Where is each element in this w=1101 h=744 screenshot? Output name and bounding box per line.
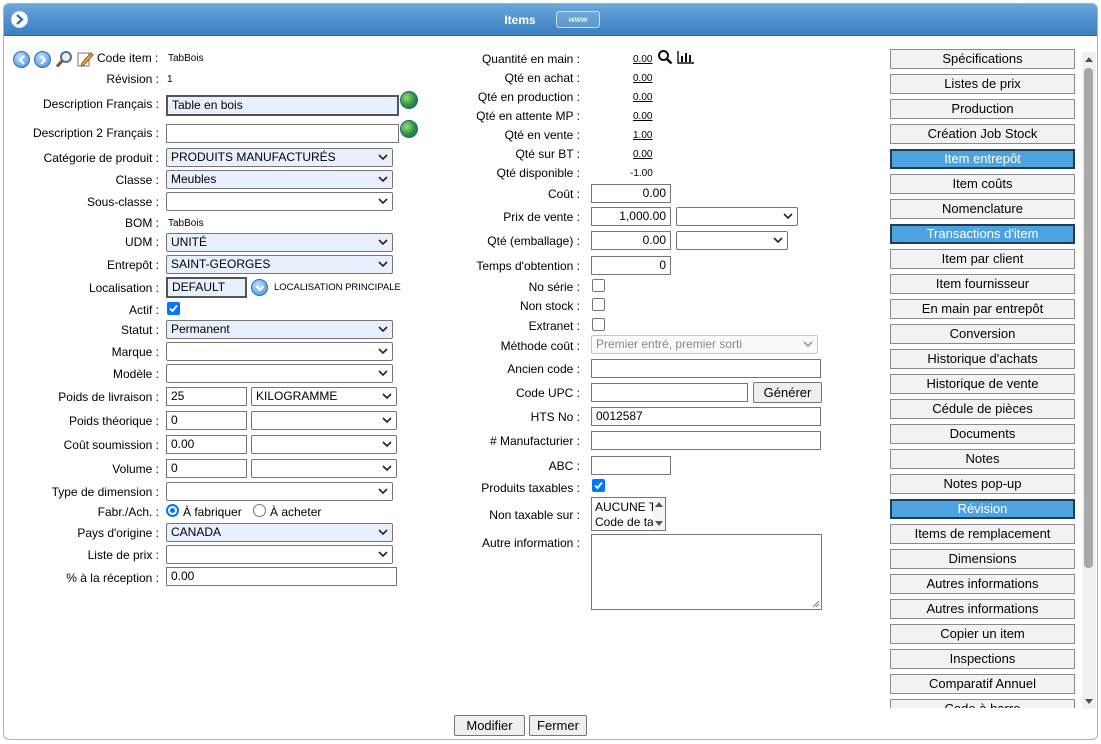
modifier-button[interactable]: Modifier xyxy=(454,715,525,736)
nomenclature-button[interactable]: Nomenclature xyxy=(890,199,1075,219)
autres-informations-button[interactable]: Autres informations xyxy=(890,574,1075,594)
comparatif-annuel-button[interactable]: Comparatif Annuel xyxy=(890,674,1075,694)
transactions-d-item-button[interactable]: Transactions d'item xyxy=(890,224,1075,244)
fermer-button[interactable]: Fermer xyxy=(529,715,587,736)
autres-informations-button[interactable]: Autres informations xyxy=(890,599,1075,619)
item-couts-button[interactable]: Item coûts xyxy=(890,174,1075,194)
specifications-button[interactable]: Spécifications xyxy=(890,49,1075,69)
documents-button[interactable]: Documents xyxy=(890,424,1075,444)
right-panel-scrollbar[interactable] xyxy=(1082,52,1096,709)
notes-pop-up-button[interactable]: Notes pop-up xyxy=(890,474,1075,494)
inspections-button[interactable]: Inspections xyxy=(890,649,1075,669)
scroll-down-icon[interactable] xyxy=(1085,699,1093,704)
en-main-par-entrepot-button[interactable]: En main par entrepôt xyxy=(890,299,1075,319)
historique-d-achats-button[interactable]: Historique d'achats xyxy=(890,349,1075,369)
production-button[interactable]: Production xyxy=(890,99,1075,119)
item-par-client-button[interactable]: Item par client xyxy=(890,249,1075,269)
conversion-button[interactable]: Conversion xyxy=(890,324,1075,344)
dimensions-button[interactable]: Dimensions xyxy=(890,549,1075,569)
scroll-up-icon[interactable] xyxy=(1085,57,1093,62)
item-entrepot-button[interactable]: Item entrepôt xyxy=(890,149,1075,169)
copier-un-item-button[interactable]: Copier un item xyxy=(890,624,1075,644)
historique-de-vente-button[interactable]: Historique de vente xyxy=(890,374,1075,394)
scroll-thumb[interactable] xyxy=(1084,68,1093,568)
items-window: Items www Code item : TabBois Révision :… xyxy=(3,3,1098,740)
revision-button[interactable]: Révision xyxy=(890,499,1075,519)
cedule-de-pieces-button[interactable]: Cédule de pièces xyxy=(890,399,1075,419)
items-de-remplacement-button[interactable]: Items de remplacement xyxy=(890,524,1075,544)
notes-button[interactable]: Notes xyxy=(890,449,1075,469)
item-fournisseur-button[interactable]: Item fournisseur xyxy=(890,274,1075,294)
creation-job-stock-button[interactable]: Création Job Stock xyxy=(890,124,1075,144)
listes-de-prix-button[interactable]: Listes de prix xyxy=(890,74,1075,94)
right-button-panel: Spécifications Listes de prix Production Cr… xyxy=(4,4,1097,708)
code-a-barre-button[interactable]: Code à barre xyxy=(890,699,1075,708)
